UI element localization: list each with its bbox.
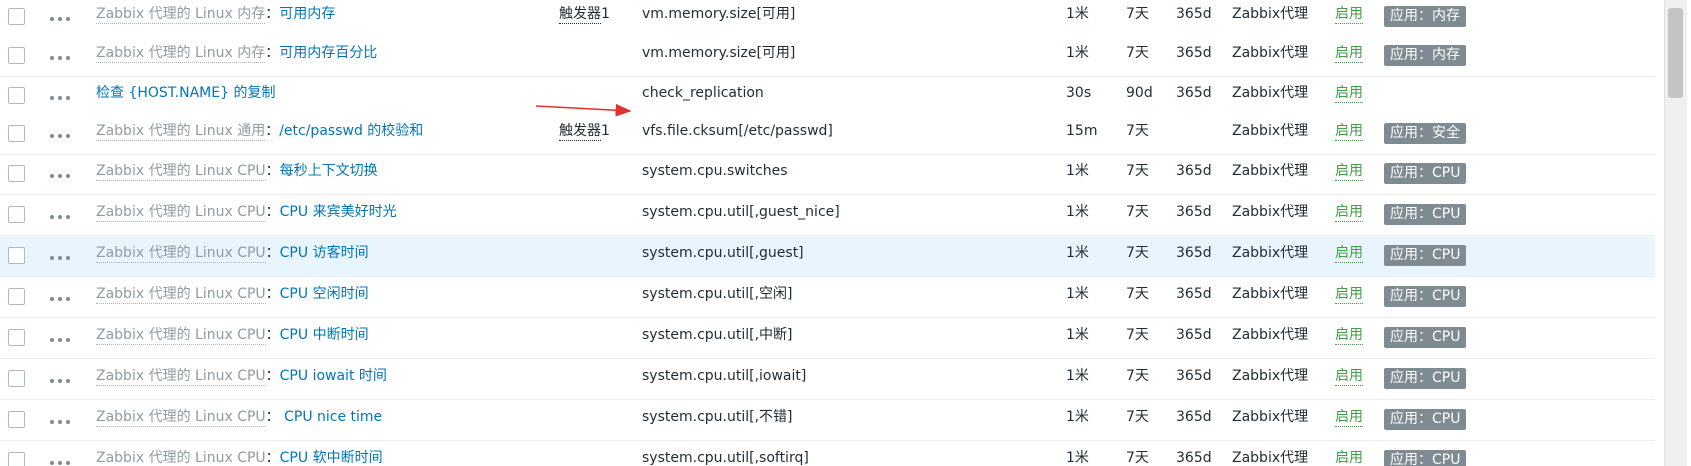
annotation-arrow [535,103,632,117]
